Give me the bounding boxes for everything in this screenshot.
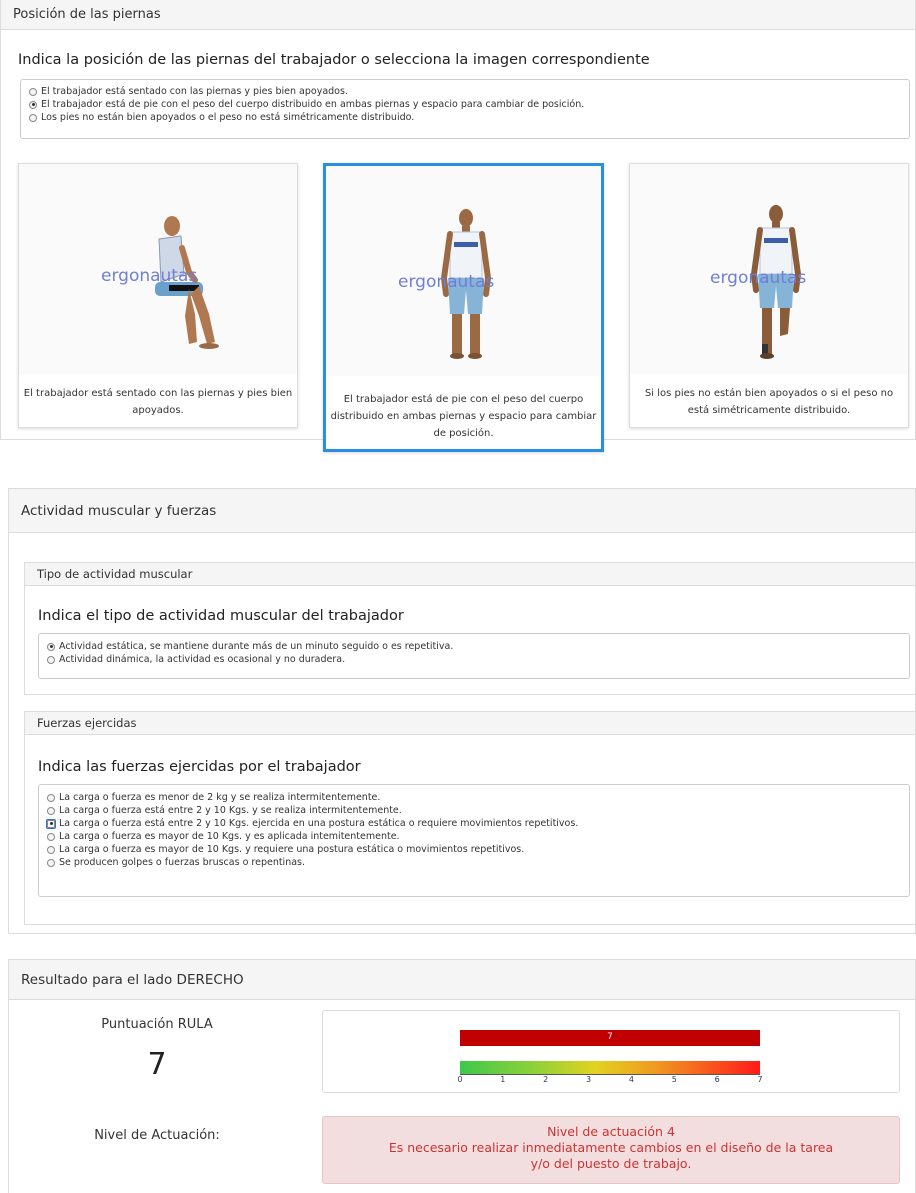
score-value: 7 bbox=[147, 1047, 167, 1082]
scale-tick-6: 6 bbox=[714, 1075, 720, 1084]
score-label: Puntuación RULA bbox=[101, 1017, 213, 1032]
legs-option-unbalanced[interactable]: Los pies no están bien apoyados o el pes… bbox=[29, 111, 901, 124]
card-seated-logo: ergonautas bbox=[101, 266, 198, 286]
legs-panel-title: Posición de las piernas bbox=[13, 7, 161, 22]
legs-card-seated[interactable]: ergonautas El trabajador está sentado co… bbox=[18, 163, 298, 428]
level-alert: Nivel de actuación 4 Es necesario realiz… bbox=[322, 1116, 900, 1184]
legs-question: Indica la posición de las piernas del tr… bbox=[18, 52, 650, 68]
forces-subpanel-title: Fuerzas ejercidas bbox=[37, 716, 137, 730]
forces-option-3[interactable]: La carga o fuerza está entre 2 y 10 Kgs.… bbox=[46, 817, 901, 830]
forces-option-2[interactable]: La carga o fuerza está entre 2 y 10 Kgs.… bbox=[47, 804, 901, 817]
result-panel-title: Resultado para el lado DERECHO bbox=[21, 972, 244, 988]
scale-tick-3: 3 bbox=[586, 1075, 592, 1084]
forces-option-1[interactable]: La carga o fuerza es menor de 2 kg y se … bbox=[47, 791, 901, 804]
level-alert-title: Nivel de actuación 4 bbox=[547, 1124, 675, 1139]
card-standing-caption: El trabajador está de pie con el peso de… bbox=[330, 394, 597, 439]
muscle-panel-title: Actividad muscular y fuerzas bbox=[21, 503, 217, 519]
score-gauge: 7 0 1 2 3 4 5 6 7 bbox=[322, 1010, 900, 1093]
legs-option-unbalanced-radio[interactable] bbox=[29, 113, 37, 122]
forces-option-5[interactable]: La carga o fuerza es mayor de 10 Kgs. y … bbox=[47, 843, 901, 856]
level-label: Nivel de Actuación: bbox=[94, 1128, 220, 1143]
score-bar: 7 bbox=[460, 1030, 760, 1046]
scale-gradient bbox=[460, 1061, 760, 1074]
card-seated-caption: El trabajador está sentado con las piern… bbox=[23, 388, 293, 416]
scale-tick-0: 0 bbox=[457, 1075, 463, 1084]
scale-tick-2: 2 bbox=[543, 1075, 549, 1084]
standing-figure-image bbox=[326, 166, 601, 376]
activity-option-static[interactable]: Actividad estática, se mantiene durante … bbox=[47, 640, 901, 653]
activity-subpanel-header: Tipo de actividad muscular bbox=[25, 563, 915, 586]
standing-figure-icon bbox=[440, 209, 492, 359]
activity-options: Actividad estática, se mantiene durante … bbox=[38, 633, 910, 679]
card-standing-logo: ergonautas bbox=[398, 272, 495, 292]
forces-option-3-radio[interactable] bbox=[46, 818, 56, 829]
score-bar-value: 7 bbox=[607, 1032, 613, 1042]
forces-option-6[interactable]: Se producen golpes o fuerzas bruscas o r… bbox=[47, 856, 901, 869]
forces-option-2-radio[interactable] bbox=[47, 806, 55, 815]
result-panel-header: Resultado para el lado DERECHO bbox=[9, 960, 915, 1000]
forces-subpanel-header: Fuerzas ejercidas bbox=[25, 712, 915, 735]
activity-subpanel-title: Tipo de actividad muscular bbox=[37, 567, 193, 581]
forces-option-5-radio[interactable] bbox=[47, 845, 55, 854]
muscle-panel-header: Actividad muscular y fuerzas bbox=[9, 489, 915, 533]
legs-option-standing[interactable]: El trabajador está de pie con el peso de… bbox=[29, 98, 901, 111]
forces-option-4-radio[interactable] bbox=[47, 832, 55, 841]
level-alert-line-1: Es necesario realizar inmediatamente cam… bbox=[388, 1140, 834, 1155]
legs-option-seated[interactable]: El trabajador está sentado con las piern… bbox=[29, 85, 901, 98]
forces-options: La carga o fuerza es menor de 2 kg y se … bbox=[38, 784, 910, 897]
forces-option-6-radio[interactable] bbox=[47, 858, 55, 867]
legs-card-standing[interactable]: ergonautas El trabajador está de pie con… bbox=[323, 163, 604, 452]
activity-option-dynamic-radio[interactable] bbox=[47, 655, 55, 664]
legs-option-standing-radio[interactable] bbox=[29, 100, 37, 109]
card-unbalanced-logo: ergonautas bbox=[710, 268, 807, 288]
scale-tick-7: 7 bbox=[757, 1075, 763, 1084]
level-alert-line-2: y/o del puesto de trabajo. bbox=[530, 1156, 692, 1171]
legs-options: El trabajador está sentado con las piern… bbox=[20, 79, 910, 139]
forces-question: Indica las fuerzas ejercidas por el trab… bbox=[38, 759, 361, 775]
scale-tick-4: 4 bbox=[628, 1075, 634, 1084]
activity-option-dynamic[interactable]: Actividad dinámica, la actividad es ocas… bbox=[47, 653, 901, 666]
scale-tick-5: 5 bbox=[671, 1075, 677, 1084]
legs-card-unbalanced[interactable]: ergonautas Si los pies no están bien apo… bbox=[629, 163, 909, 428]
scale-tick-1: 1 bbox=[500, 1075, 506, 1084]
score-bar-track: 7 bbox=[460, 1030, 760, 1046]
forces-option-4[interactable]: La carga o fuerza es mayor de 10 Kgs. y … bbox=[47, 830, 901, 843]
card-unbalanced-caption: Si los pies no están bien apoyados o si … bbox=[644, 388, 894, 416]
activity-option-static-radio[interactable] bbox=[47, 642, 55, 651]
activity-question: Indica el tipo de actividad muscular del… bbox=[38, 608, 404, 624]
legs-panel-header: Posición de las piernas bbox=[1, 0, 915, 30]
forces-option-1-radio[interactable] bbox=[47, 793, 55, 802]
scale-ticks: 0 1 2 3 4 5 6 7 bbox=[457, 1075, 763, 1087]
legs-option-seated-radio[interactable] bbox=[29, 87, 37, 96]
